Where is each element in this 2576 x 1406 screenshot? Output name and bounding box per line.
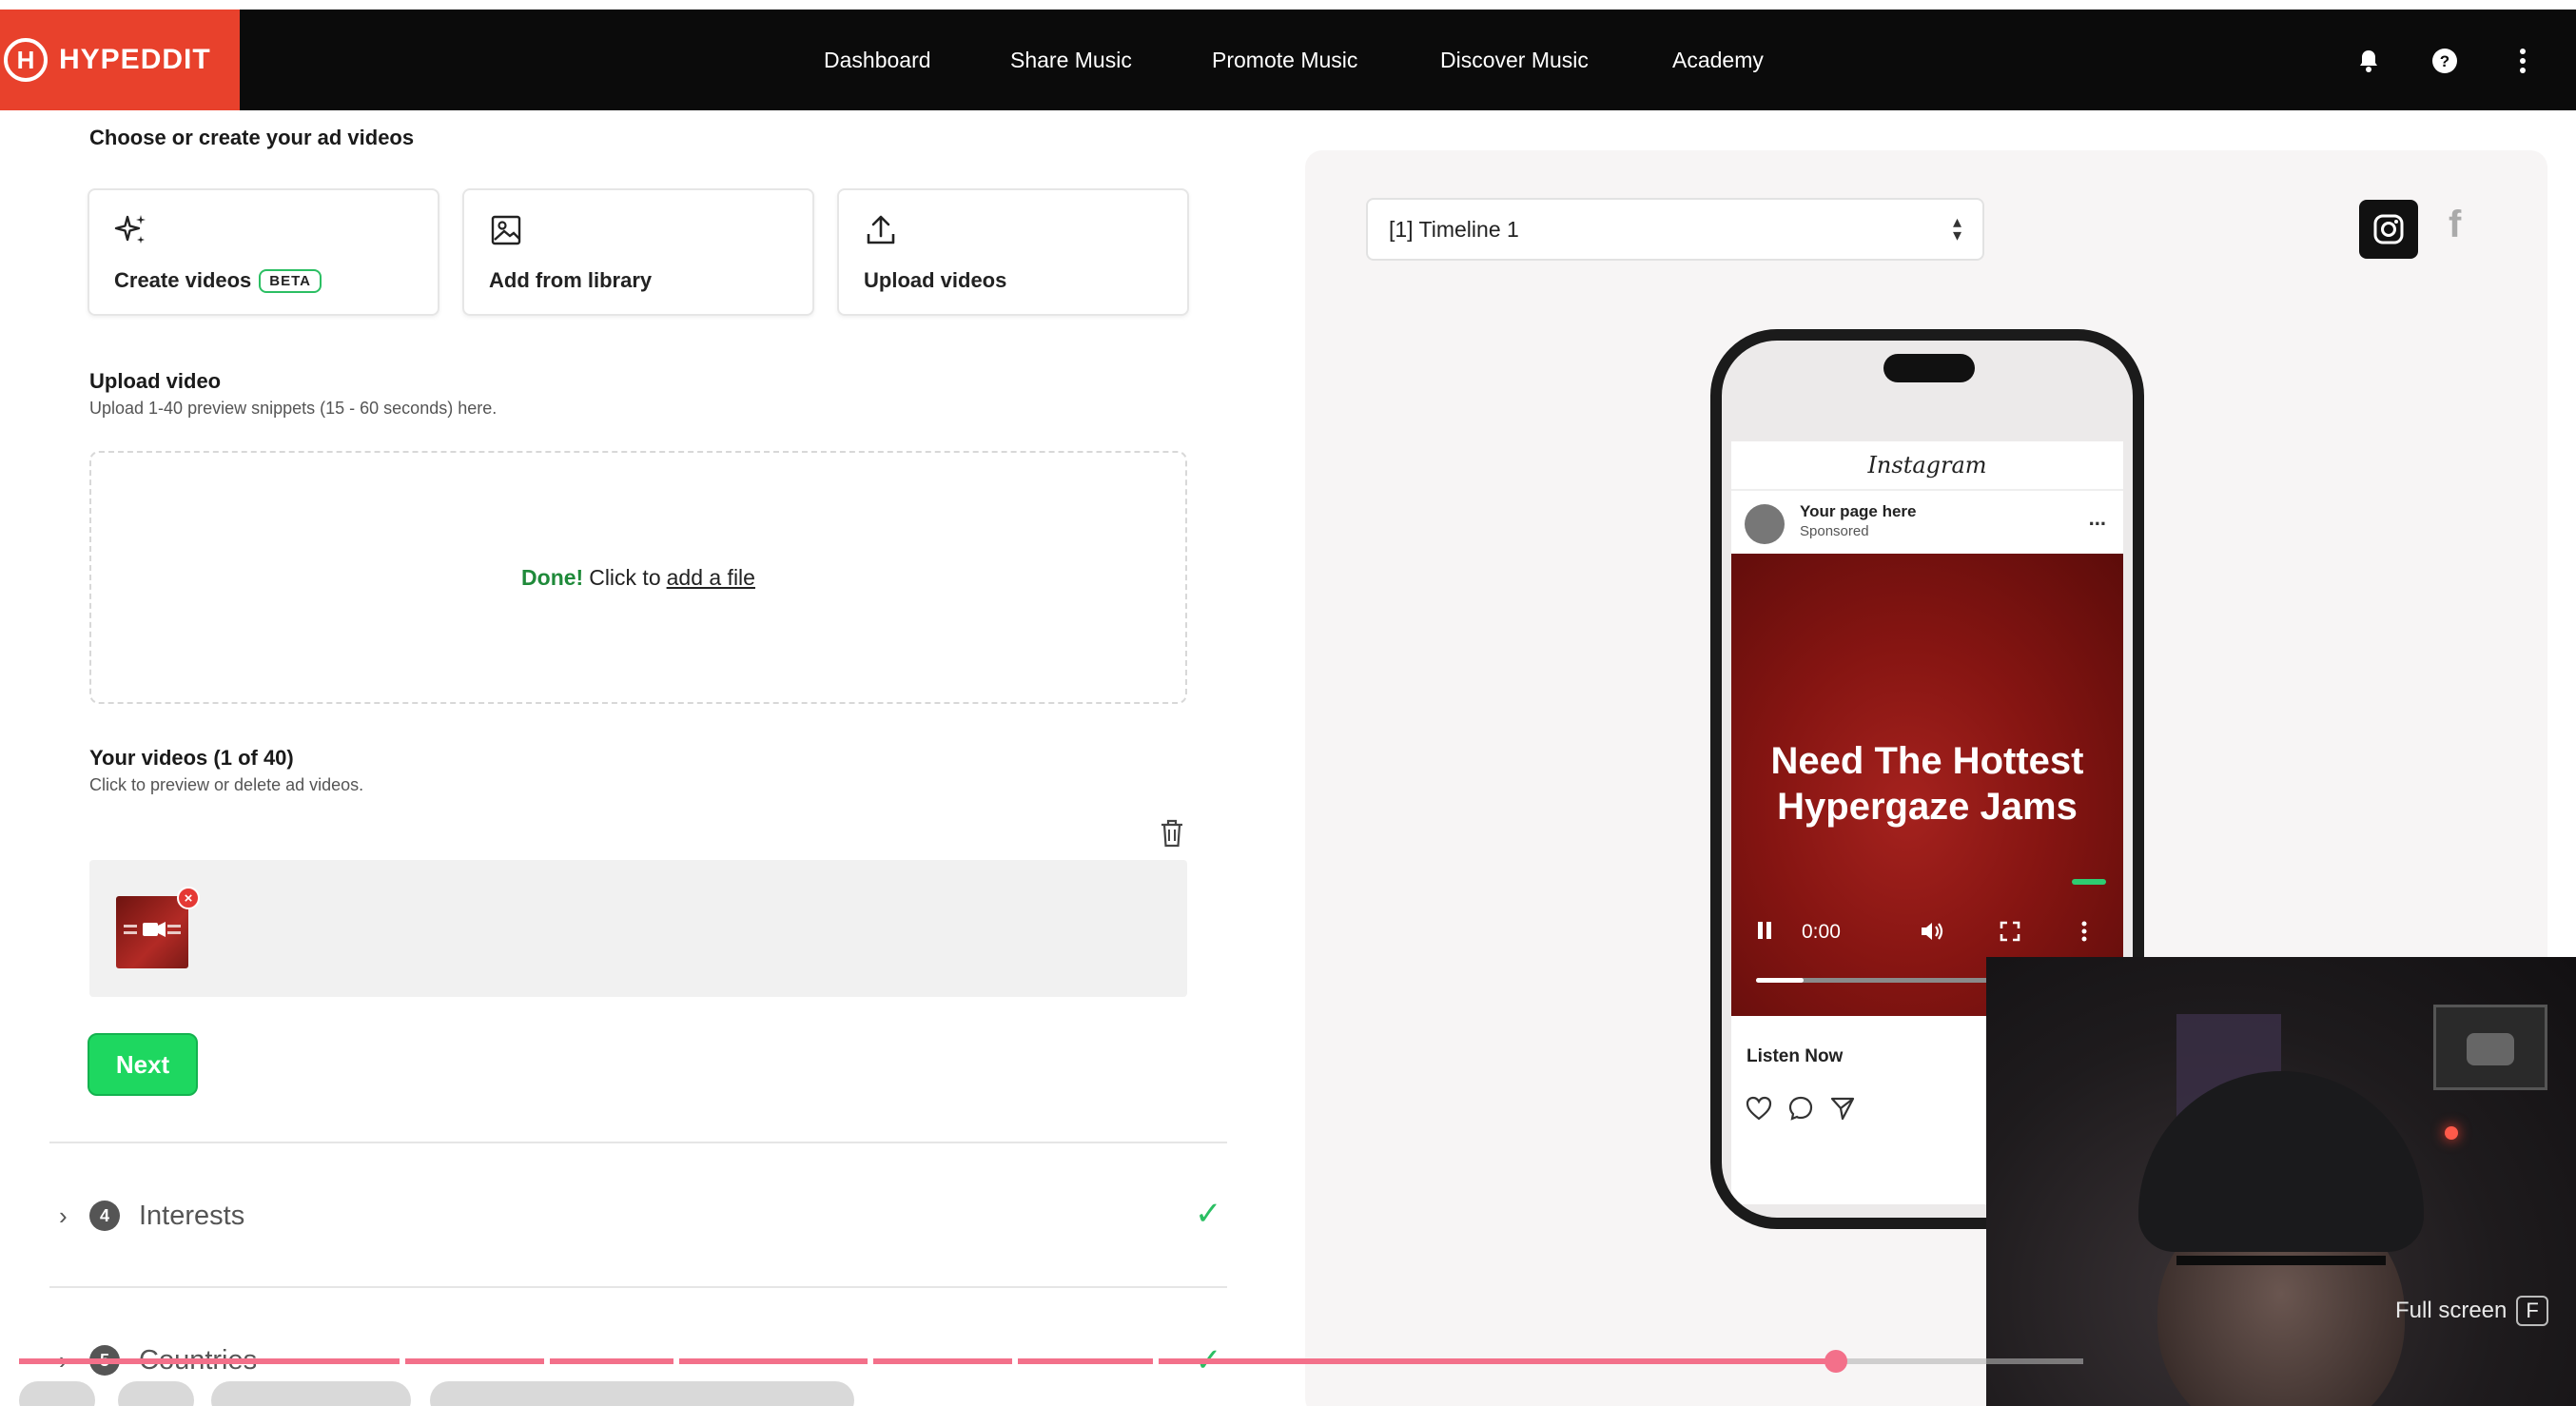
- upload-video-subtitle: Upload 1-40 preview snippets (15 - 60 se…: [89, 399, 498, 418]
- avatar: [1745, 504, 1785, 544]
- app-root: H HYPEDDIT Dashboard Share Music Promote…: [0, 0, 2576, 1406]
- brand-logo[interactable]: H HYPEDDIT: [0, 10, 240, 110]
- background-light: [2445, 1126, 2458, 1140]
- instagram-wordmark: Instagram: [1731, 441, 2123, 491]
- nav-item-academy[interactable]: Academy: [1672, 10, 1764, 110]
- help-icon[interactable]: ?: [2431, 48, 2458, 74]
- upload-videos-card[interactable]: Upload videos: [837, 188, 1189, 316]
- chapter-marker: [1153, 1358, 1159, 1364]
- divider-1: [49, 1142, 1227, 1143]
- fullscreen-key: F: [2516, 1296, 2548, 1326]
- top-border: [0, 0, 2576, 10]
- chevron-right-icon: ›: [59, 1201, 68, 1230]
- fullscreen-tooltip-label: Full screen: [2395, 1298, 2508, 1323]
- pause-icon[interactable]: [1750, 921, 1779, 940]
- upload-dropzone[interactable]: Done! Click to add a file: [89, 451, 1187, 704]
- more-vert-icon[interactable]: [2509, 48, 2536, 74]
- fullscreen-tooltip: Full screen F: [2395, 1296, 2548, 1326]
- create-videos-label: Create videos: [114, 268, 252, 292]
- phone-notch: [1883, 354, 1975, 382]
- player-control-pill[interactable]: [211, 1381, 411, 1406]
- upload-videos-label: Upload videos: [864, 268, 1007, 292]
- svg-text:?: ?: [2440, 52, 2449, 70]
- select-arrows-icon: ▴ ▾: [1952, 212, 1961, 244]
- ad-headline: Need The Hottest Hypergaze Jams: [1731, 738, 2123, 830]
- player-control-button[interactable]: [19, 1381, 95, 1406]
- sparkles-icon: [114, 213, 148, 247]
- timeline-select-value: [1] Timeline 1: [1389, 216, 1519, 242]
- step-interests[interactable]: › 4 Interests: [59, 1197, 244, 1235]
- chapter-marker: [868, 1358, 873, 1364]
- nav-item-discover-music[interactable]: Discover Music: [1440, 10, 1589, 110]
- your-videos-title: Your videos (1 of 40): [89, 746, 294, 770]
- ad-accent-mark: [2072, 879, 2106, 885]
- add-from-library-card[interactable]: Add from library: [462, 188, 814, 316]
- player-progress-fill: [19, 1358, 1836, 1364]
- image-icon: [489, 213, 523, 247]
- player-chapter-pill[interactable]: [430, 1381, 854, 1406]
- cta-listen-now[interactable]: Listen Now: [1747, 1046, 1843, 1067]
- your-videos-subtitle: Click to preview or delete ad videos.: [89, 775, 364, 794]
- nav-item-dashboard[interactable]: Dashboard: [824, 10, 931, 110]
- video-thumbnail[interactable]: [116, 896, 188, 968]
- heart-icon[interactable]: [1745, 1094, 1773, 1123]
- divider-2: [49, 1286, 1227, 1288]
- step-label: Interests: [139, 1200, 245, 1231]
- facebook-icon[interactable]: f: [2449, 204, 2461, 246]
- brand-name: HYPEDDIT: [59, 44, 211, 75]
- instagram-icon[interactable]: [2359, 200, 2418, 259]
- remove-video-icon[interactable]: ×: [177, 887, 200, 909]
- check-icon: ✓: [1195, 1196, 1222, 1232]
- comment-icon[interactable]: [1786, 1094, 1815, 1123]
- step-number: 4: [89, 1201, 120, 1231]
- video-seek-fill: [1756, 978, 1804, 983]
- timeline-select[interactable]: [1] Timeline 1 ▴ ▾: [1366, 198, 1984, 261]
- chapter-marker: [673, 1358, 679, 1364]
- upload-video-title: Upload video: [89, 369, 222, 393]
- trash-icon[interactable]: [1159, 818, 1185, 849]
- share-icon[interactable]: [1828, 1094, 1857, 1123]
- upload-status: Done!: [521, 564, 584, 590]
- player-progress-knob[interactable]: [1825, 1350, 1847, 1373]
- add-file-link[interactable]: add a file: [667, 565, 755, 591]
- chapter-marker: [544, 1358, 550, 1364]
- ad-headline-line-1: Need The Hottest: [1770, 740, 2084, 782]
- video-time: 0:00: [1802, 921, 1841, 943]
- volume-icon[interactable]: [1918, 921, 1946, 942]
- person-glasses: [2176, 1256, 2386, 1294]
- videos-list: ×: [89, 860, 1187, 997]
- add-from-library-label: Add from library: [489, 268, 653, 292]
- upload-icon: [864, 213, 898, 247]
- videos-section-title: Choose or create your ad videos: [89, 126, 415, 149]
- ad-video[interactable]: Need The Hottest Hypergaze Jams 0:00: [1731, 554, 2123, 1016]
- chapter-marker: [1012, 1358, 1018, 1364]
- nav-item-promote-music[interactable]: Promote Music: [1212, 10, 1357, 110]
- post-sponsored: Sponsored: [1800, 523, 1869, 539]
- video-more-icon[interactable]: [2070, 921, 2098, 942]
- chapter-marker: [400, 1358, 405, 1364]
- post-header: Your page here Sponsored ...: [1731, 491, 2123, 554]
- beta-badge: BETA: [259, 268, 322, 293]
- fullscreen-icon[interactable]: [1996, 921, 2024, 942]
- youtube-play-icon: [2467, 1033, 2514, 1065]
- nav-item-share-music[interactable]: Share Music: [1010, 10, 1132, 110]
- webcam-overlay: [1986, 957, 2576, 1406]
- ad-headline-line-2: Hypergaze Jams: [1777, 786, 2078, 828]
- create-videos-card[interactable]: Create videos BETA: [88, 188, 439, 316]
- upload-prompt: Click to: [589, 564, 661, 590]
- next-button[interactable]: Next: [88, 1033, 198, 1096]
- top-nav: H HYPEDDIT Dashboard Share Music Promote…: [0, 10, 2576, 110]
- post-page-name: Your page here: [1800, 502, 1917, 520]
- logo-mark-icon: H: [4, 38, 48, 82]
- player-control-button[interactable]: [118, 1381, 194, 1406]
- post-menu-icon[interactable]: ...: [2089, 506, 2106, 531]
- bell-icon[interactable]: [2355, 48, 2382, 74]
